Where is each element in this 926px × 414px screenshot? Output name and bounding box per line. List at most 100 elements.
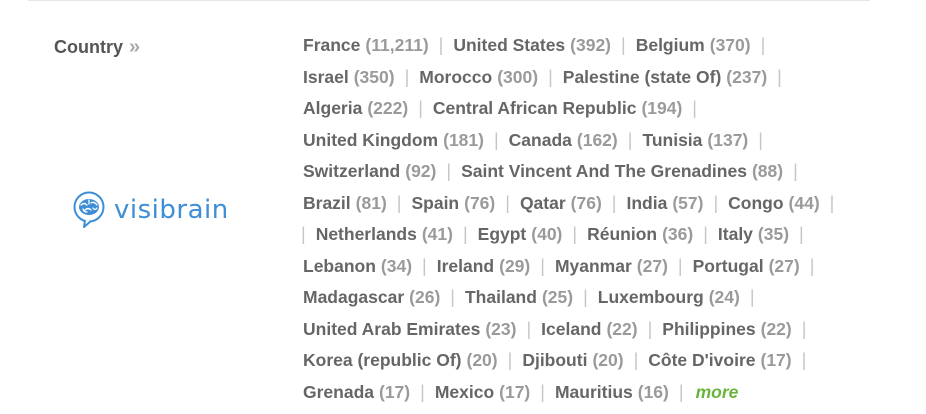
country-link[interactable]: Spain (76) xyxy=(411,188,495,220)
country-link[interactable]: Italy (35) xyxy=(718,219,789,251)
country-name: Côte D'ivoire xyxy=(648,350,756,370)
country-count: (24) xyxy=(708,287,740,307)
country-row: United Kingdom (181) | Canada (162) | Tunisia(… xyxy=(303,125,863,157)
country-name: United Arab Emirates xyxy=(303,318,481,339)
country-row: Grenada (17) | Mexico (17) | Mauritius (16) | mor… xyxy=(303,377,863,409)
separator: | xyxy=(572,224,578,244)
country-link[interactable]: United Arab Emirates (23) xyxy=(303,314,516,346)
top-divider xyxy=(28,0,870,1)
country-link[interactable]: Canada (162) xyxy=(509,125,618,157)
country-link[interactable]: Qatar (76) xyxy=(520,188,602,220)
country-link[interactable]: Myanmar (27) xyxy=(555,251,668,283)
separator: | xyxy=(583,287,588,307)
country-name: France xyxy=(303,35,361,55)
separator: | xyxy=(450,287,455,307)
country-name: United States xyxy=(453,35,566,55)
country-link[interactable]: Korea (republic Of) (20) xyxy=(303,345,498,377)
separator: | xyxy=(462,224,468,244)
country-link[interactable]: Tunisia (137) xyxy=(642,125,748,157)
country-link[interactable]: Palestine (state Of) (237) xyxy=(563,62,767,94)
country-name: Switzerland xyxy=(303,161,401,181)
country-count: (237) xyxy=(726,66,768,87)
country-link[interactable]: Thailand (25) xyxy=(465,282,573,314)
country-count: (22) xyxy=(760,318,792,339)
country-count: (370) xyxy=(709,35,751,55)
country-row: Algeria (222) | Central African Republic (19… xyxy=(303,93,863,125)
country-link[interactable]: Iceland (22) xyxy=(541,314,637,346)
country-link[interactable]: Belgium (370) xyxy=(636,30,751,62)
separator: | xyxy=(760,35,766,55)
country-name: Grenada xyxy=(303,381,374,402)
country-count: (222) xyxy=(367,98,409,118)
country-row: France (11,211) | United States (392) | Belgiu… xyxy=(303,30,863,62)
country-link[interactable]: Luxembourg (24) xyxy=(598,282,740,314)
country-link[interactable]: United States (392) xyxy=(453,30,611,62)
more-link[interactable]: more xyxy=(696,377,739,409)
country-name: Algeria xyxy=(303,98,363,118)
country-count: (11,211) xyxy=(365,35,429,55)
country-count: (92) xyxy=(405,161,437,181)
country-count: (27) xyxy=(636,255,668,276)
country-link[interactable]: Portugal (27) xyxy=(693,251,800,283)
country-link[interactable]: Djibouti (20) xyxy=(522,345,623,377)
country-count: (34) xyxy=(380,255,413,276)
country-name: Central African Republic xyxy=(432,98,637,118)
country-count: (27) xyxy=(768,255,800,276)
separator: | xyxy=(749,287,755,307)
country-link[interactable]: United Kingdom (181) xyxy=(303,125,484,157)
country-link[interactable]: Philippines (22) xyxy=(662,314,791,346)
separator: | xyxy=(540,255,545,276)
separator: | xyxy=(301,224,306,244)
country-link[interactable]: Grenada (17) xyxy=(303,377,410,409)
country-link[interactable]: Côte D'ivoire (17) xyxy=(648,345,791,377)
country-name: Luxembourg xyxy=(597,287,704,307)
country-link[interactable]: Central African Republic (194) xyxy=(433,93,682,125)
separator: | xyxy=(540,381,545,402)
country-link[interactable]: Saint Vincent And The Grenadines (88) xyxy=(461,156,783,188)
country-link[interactable]: Switzerland (92) xyxy=(303,156,436,188)
country-link[interactable]: Algeria (222) xyxy=(303,93,408,125)
country-count: (17) xyxy=(499,381,531,402)
country-count: (57) xyxy=(672,192,704,213)
country-row: Brazil (81) | Spain (76) | Qatar (76) | India (57)… xyxy=(303,188,863,220)
country-row: | Netherlands (41) | Egypt (40) | Réunion (36) | I… xyxy=(301,219,863,251)
country-link[interactable]: Mauritius (16) xyxy=(555,377,669,409)
country-count: (76) xyxy=(570,192,602,213)
separator: | xyxy=(633,350,639,370)
country-count: (26) xyxy=(409,287,441,307)
country-count: (181) xyxy=(443,129,484,150)
country-name: Spain xyxy=(411,192,460,213)
separator: | xyxy=(420,381,425,402)
country-link[interactable]: India (57) xyxy=(626,188,703,220)
separator: | xyxy=(396,192,402,213)
separator: | xyxy=(621,35,626,55)
separator: | xyxy=(627,129,633,150)
country-link[interactable]: Madagascar (26) xyxy=(303,282,440,314)
logo-wordmark: visibrain xyxy=(114,195,229,225)
separator: | xyxy=(713,192,719,213)
country-name: Portugal xyxy=(692,255,764,276)
country-name: Canada xyxy=(508,129,572,150)
country-count: (23) xyxy=(485,318,517,339)
country-link[interactable]: Lebanon (34) xyxy=(303,251,412,283)
country-link[interactable]: Egypt (40) xyxy=(478,219,563,251)
separator: | xyxy=(703,224,708,244)
country-link[interactable]: France (11,211) xyxy=(303,30,429,62)
country-link[interactable]: Mexico (17) xyxy=(435,377,530,409)
country-link[interactable]: Netherlands (41) xyxy=(316,219,453,251)
country-link[interactable]: Brazil (81) xyxy=(303,188,387,220)
country-link[interactable]: Congo (44) xyxy=(728,188,820,220)
chevron-right-icon: » xyxy=(129,36,141,58)
country-link[interactable]: Morocco (300) xyxy=(419,62,538,94)
country-link[interactable]: Ireland (29) xyxy=(437,251,531,283)
country-name: India xyxy=(626,192,668,213)
country-count: (76) xyxy=(464,192,496,213)
country-row: Switzerland (92) | Saint Vincent And The Gr… xyxy=(303,156,863,188)
country-name: Philippines xyxy=(662,318,756,339)
country-name: Belgium xyxy=(635,35,705,55)
country-link[interactable]: Israel (350) xyxy=(303,62,395,94)
country-link[interactable]: Réunion (36) xyxy=(587,219,693,251)
separator: | xyxy=(777,66,782,87)
country-name: Lebanon xyxy=(303,255,376,276)
separator: | xyxy=(801,318,807,339)
